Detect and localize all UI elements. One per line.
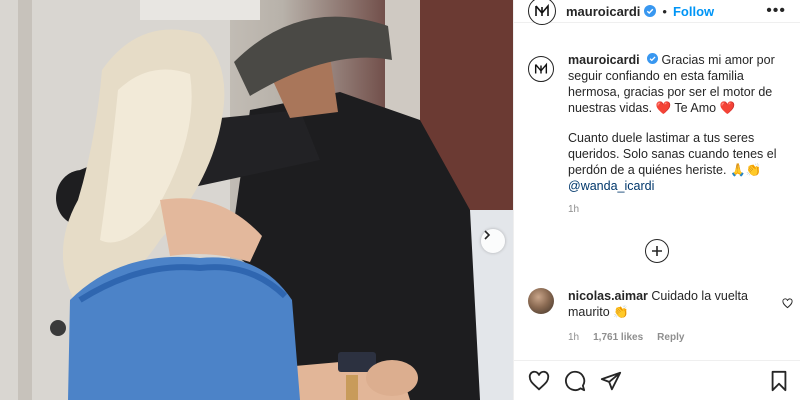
caption-avatar[interactable] — [528, 56, 554, 82]
verified-badge-icon — [647, 53, 659, 64]
comment-like-heart-icon[interactable] — [782, 296, 793, 314]
comment-icon[interactable] — [564, 370, 586, 392]
post-username[interactable]: mauroicardi — [566, 4, 640, 19]
next-photo-button[interactable] — [481, 229, 505, 253]
couple-photo-illustration — [0, 0, 513, 400]
post-side-panel: mauroicardi • Follow ••• mauroicardi Gra… — [513, 0, 800, 400]
chevron-right-icon — [484, 230, 491, 240]
caption-text: mauroicardi Gracias mi amor por seguir c… — [568, 52, 793, 218]
comment-meta: 1h 1,761 likes Reply — [568, 330, 768, 346]
comment-likes-link[interactable]: 1,761 likes — [593, 330, 643, 346]
post-header: mauroicardi • Follow ••• — [514, 0, 800, 25]
comment-username[interactable]: nicolas.aimar — [568, 289, 648, 303]
comment-body: nicolas.aimar Cuidado la vuelta maurito … — [568, 288, 768, 346]
verified-badge-icon — [644, 5, 657, 17]
share-icon[interactable] — [600, 370, 622, 392]
plus-circle-icon — [652, 246, 662, 256]
comment-avatar[interactable] — [528, 288, 554, 314]
load-more-comments-button[interactable] — [645, 239, 669, 263]
comment-reply-button[interactable]: Reply — [657, 330, 684, 346]
avatar[interactable] — [528, 0, 556, 25]
post-photo[interactable] — [0, 0, 513, 400]
follow-button[interactable]: Follow — [673, 4, 714, 19]
mi-logo-icon — [535, 3, 549, 16]
separator-dot: • — [662, 3, 667, 19]
caption-emoji: 🙏👏 — [729, 163, 762, 177]
comment-time: 1h — [568, 332, 580, 343]
comment-emoji: 👏 — [613, 305, 629, 319]
post-caption: mauroicardi Gracias mi amor por seguir c… — [528, 52, 793, 218]
bookmark-icon[interactable] — [769, 370, 789, 392]
caption-username[interactable]: mauroicardi — [568, 53, 640, 67]
heart-emoji: ❤️ — [719, 101, 736, 115]
comment-item: nicolas.aimar Cuidado la vuelta maurito … — [528, 288, 793, 346]
heart-emoji: ❤️ — [655, 101, 672, 115]
mi-logo-icon — [534, 62, 548, 74]
like-heart-icon[interactable] — [528, 370, 550, 392]
caption-time: 1h — [568, 204, 580, 215]
caption-te-amo: Te Amo — [674, 101, 717, 115]
caption-mention-link[interactable]: @wanda_icardi — [568, 179, 654, 193]
more-options-icon[interactable]: ••• — [766, 2, 786, 20]
post-action-bar — [514, 360, 800, 400]
